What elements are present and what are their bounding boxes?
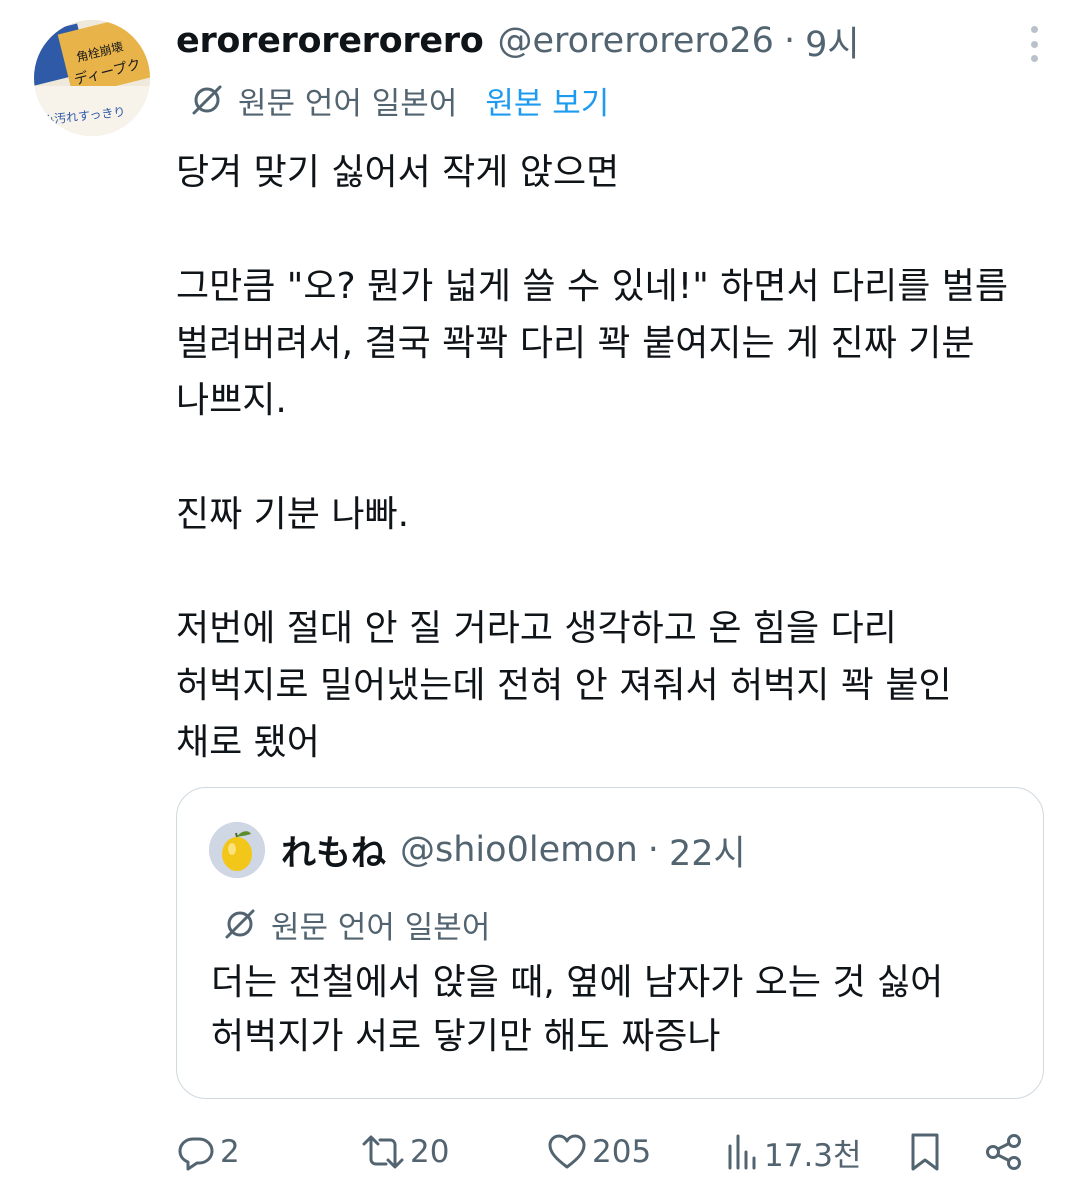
retweet-count: 20 [410, 1134, 450, 1170]
tweet-line: 벌려버려서, 결국 꽉꽉 다리 꽉 붙여지는 게 진짜 기분 [176, 323, 975, 364]
retweet-button[interactable]: 20 [360, 1124, 449, 1180]
reply-button[interactable]: 2 [176, 1124, 240, 1180]
views-count: 17.3천 [764, 1137, 862, 1174]
display-name[interactable]: erorerorerorero [176, 21, 484, 61]
reply-count: 2 [220, 1134, 240, 1170]
quoted-line: 허벅지가 서로 닿기만 해도 짜증나 [211, 1016, 721, 1057]
views-button[interactable]: 17.3천 [724, 1124, 862, 1180]
quoted-avatar[interactable] [209, 822, 265, 878]
retweet-icon [362, 1135, 404, 1169]
separator-dot: · [783, 21, 796, 61]
translation-row: 원문 언어 일본어 원본 보기 [190, 78, 609, 122]
action-bar: 2 20 205 17.3천 [176, 1124, 1036, 1180]
tweet-time[interactable]: 9시 [805, 16, 859, 67]
quoted-handle[interactable]: @shio0lemon [400, 830, 638, 870]
tweet-line: 채로 됐어 [176, 722, 320, 763]
quoted-header: れもね @shio0lemon · 22시 [281, 824, 746, 876]
like-count: 205 [592, 1134, 652, 1170]
share-icon [986, 1134, 1021, 1170]
more-icon[interactable] [1027, 26, 1041, 62]
avatar[interactable]: 角栓崩壊 ディープク み汚れすっきり [34, 20, 150, 136]
tweet-line: 그만큼 "오? 뭔가 넓게 쓸 수 있네!" 하면서 다리를 벌름 [176, 266, 1009, 307]
like-button[interactable]: 205 [546, 1124, 651, 1180]
quoted-translation-row: 원문 언어 일본어 [223, 902, 490, 946]
bookmark-icon [911, 1133, 939, 1171]
tweet-line: 나쁘지. [176, 380, 287, 421]
quoted-original-language-label: 원문 언어 일본어 [271, 909, 491, 946]
like-icon [548, 1134, 586, 1169]
user-handle[interactable]: @erorerorero26 [497, 21, 773, 61]
share-button[interactable] [984, 1124, 1024, 1180]
tweet-line: 당겨 맞기 싫어서 작게 앉으면 [176, 152, 620, 193]
view-original-link[interactable]: 원본 보기 [485, 78, 609, 123]
quoted-body: 더는 전철에서 앉을 때, 옆에 남자가 오는 것 싫어 허벅지가 서로 닿기만… [211, 956, 1031, 1064]
views-icon [728, 1134, 756, 1170]
translate-icon [225, 909, 255, 939]
quoted-tweet[interactable]: れもね @shio0lemon · 22시 원문 언어 일본어 더는 전철에서 … [176, 787, 1044, 1099]
tweet-line: 저번에 절대 안 질 거라고 생각하고 온 힘을 다리 [176, 608, 897, 649]
tweet-body: 당겨 맞기 싫어서 작게 앉으면 그만큼 "오? 뭔가 넓게 쓸 수 있네!" … [176, 144, 1056, 771]
reply-icon [178, 1137, 214, 1171]
quoted-display-name[interactable]: れもね [281, 825, 386, 876]
tweet-line: 허벅지로 밀어냈는데 전혀 안 져줘서 허벅지 꽉 붙인 [176, 665, 952, 706]
separator-dot: · [647, 830, 659, 870]
tweet-header: erorerorerorero @erorerorero26 · 9시 [176, 16, 860, 66]
tweet-line: 진짜 기분 나빠. [176, 494, 410, 535]
translate-icon [192, 85, 222, 115]
bookmark-button[interactable] [908, 1124, 942, 1180]
original-language-label: 원문 언어 일본어 [238, 85, 458, 122]
lemon-avatar-image [209, 822, 265, 878]
quoted-time[interactable]: 22시 [669, 825, 746, 876]
avatar-image: 角栓崩壊 ディープク み汚れすっきり [34, 20, 150, 136]
quoted-line: 더는 전철에서 앉을 때, 옆에 남자가 오는 것 싫어 [211, 962, 944, 1003]
